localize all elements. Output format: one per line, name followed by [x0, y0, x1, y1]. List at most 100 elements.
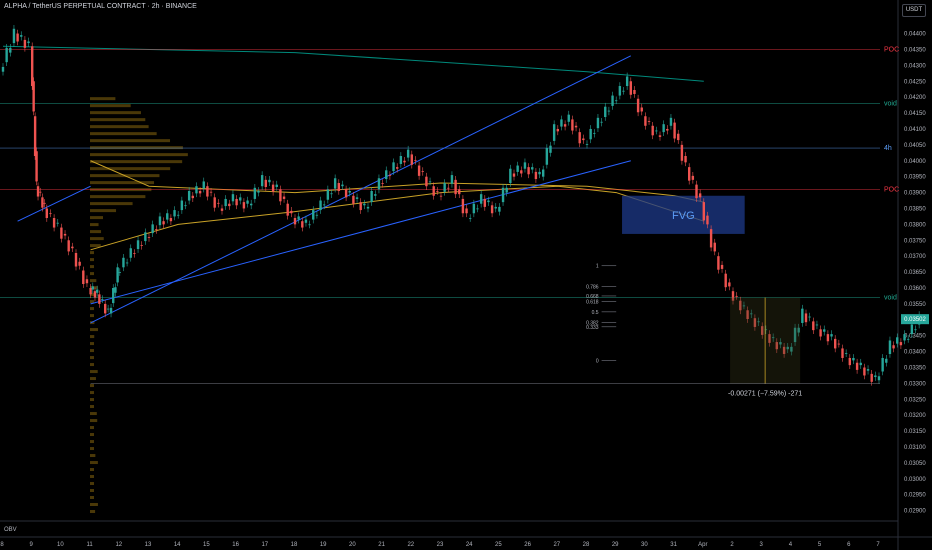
candle-body: [95, 289, 99, 293]
candle-body: [534, 171, 538, 180]
fvg-label: FVG: [672, 210, 695, 222]
x-tick-label: 22: [407, 542, 414, 548]
candle-body: [447, 187, 450, 189]
x-tick-label: 4: [789, 542, 793, 548]
volume-profile-bar: [90, 216, 103, 220]
y-tick-label: 0.04300: [904, 63, 926, 69]
y-tick-label: 0.03550: [904, 302, 926, 308]
volume-profile-bar: [90, 398, 94, 402]
candle-body: [720, 264, 724, 269]
candle-body: [680, 144, 684, 161]
candle-body: [662, 124, 665, 133]
candle-body: [848, 357, 851, 366]
candle-body: [578, 132, 581, 144]
candle-body: [23, 39, 27, 48]
candle-body: [520, 170, 523, 174]
candle-body: [355, 197, 359, 199]
price-chart[interactable]: 0.04400 0.04350 0.04300 0.04250 0.04200 0.041…: [0, 0, 932, 550]
candle-body: [421, 171, 424, 172]
candle-body: [414, 159, 417, 161]
candle-body: [903, 334, 906, 341]
y-tick-label: 0.03450: [904, 334, 926, 340]
candle-body: [461, 198, 465, 214]
candle-body: [647, 121, 651, 122]
volume-profile-bar: [90, 482, 94, 486]
currency-button[interactable]: USDT: [902, 4, 926, 17]
candle-body: [859, 362, 862, 366]
x-tick-label: 11: [86, 542, 93, 548]
candle-body: [432, 186, 435, 196]
candle-body: [501, 187, 505, 203]
symbol-title: ALPHA / TetherUS PERPETUAL CONTRACT · 2h…: [4, 3, 197, 10]
candle-body: [286, 203, 289, 216]
candle-body: [636, 98, 640, 113]
candle-body: [282, 196, 286, 199]
candle-body: [43, 202, 46, 204]
candle-body: [837, 343, 841, 345]
candle-body: [308, 224, 311, 226]
volume-profile-bar: [90, 356, 94, 360]
volume-profile-bar: [90, 489, 94, 493]
candle-body: [5, 47, 8, 63]
candle-body: [490, 205, 494, 214]
level-label: POC: [884, 186, 899, 193]
candle-body: [326, 189, 330, 200]
candle-body: [899, 342, 903, 346]
candle-body: [436, 190, 439, 192]
candle-body: [144, 232, 147, 242]
y-tick-label: 0.03850: [904, 206, 926, 212]
y-tick-label: 0.03350: [904, 366, 926, 372]
candle-body: [600, 121, 603, 123]
candle-body: [403, 160, 406, 163]
volume-profile-bar: [90, 363, 94, 367]
volume-profile-bar: [90, 111, 141, 115]
candle-body: [523, 162, 527, 169]
candle-body: [896, 337, 899, 344]
candle-body: [151, 224, 154, 234]
candle-body: [224, 198, 227, 207]
volume-profile-bar: [90, 510, 96, 514]
candle-body: [41, 197, 44, 208]
candle-body: [527, 167, 530, 175]
candle-body: [567, 114, 570, 122]
candle-body: [93, 291, 97, 298]
candle-body: [801, 308, 804, 323]
candle-body: [458, 189, 461, 195]
candle-body: [301, 221, 304, 228]
candle-body: [177, 214, 180, 216]
volume-profile-bar: [90, 391, 94, 395]
y-tick-label: 0.04050: [904, 143, 926, 149]
candle-body: [709, 229, 713, 248]
candle-body: [465, 208, 468, 214]
candle-body: [297, 216, 300, 220]
candle-body: [629, 81, 632, 95]
candle-body: [852, 357, 855, 361]
candle-body: [231, 194, 235, 202]
candle-body: [180, 200, 184, 211]
candle-body: [655, 130, 658, 132]
volume-profile-bar: [90, 419, 98, 423]
fib-label: 0: [596, 359, 599, 365]
measure-label: -0.00271 (−7.59%) -271: [728, 391, 802, 398]
volume-profile-bar: [90, 132, 157, 136]
candle-body: [104, 303, 107, 314]
candle-body: [582, 138, 585, 141]
volume-profile-bar: [90, 454, 96, 458]
volume-profile-bar: [90, 440, 94, 444]
volume-profile-bar: [90, 503, 98, 507]
candle-body: [337, 183, 340, 191]
fib-label: 0.5: [592, 310, 599, 316]
candle-body: [239, 197, 242, 201]
candle-body: [101, 299, 104, 300]
candle-body: [344, 189, 348, 198]
x-tick-label: 26: [524, 542, 531, 548]
candle-body: [162, 221, 165, 225]
candle-body: [808, 316, 811, 318]
x-tick-label: 28: [583, 542, 590, 548]
candle-body: [330, 193, 333, 195]
x-tick-label: 7: [876, 542, 880, 548]
volume-profile-bar: [90, 300, 94, 304]
volume-profile-bar: [90, 426, 94, 430]
candle-body: [410, 154, 413, 165]
level-label: 4h: [884, 145, 892, 152]
